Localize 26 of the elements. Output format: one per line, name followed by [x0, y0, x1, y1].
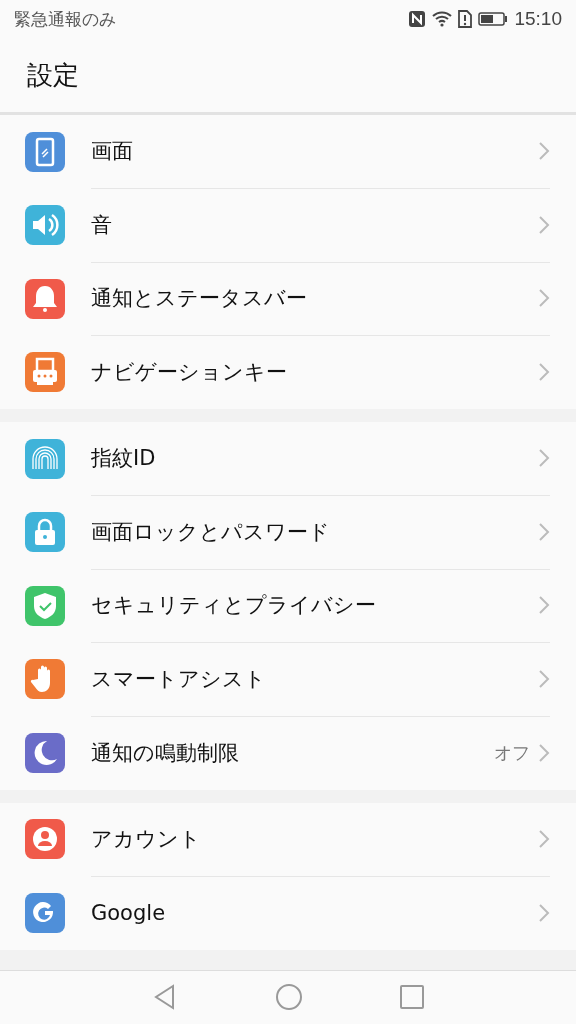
- setting-value: オフ: [494, 740, 530, 765]
- settings-label: 指紋ID: [91, 445, 157, 473]
- settings-label: ナビゲーションキー: [91, 359, 288, 387]
- clock-text: 15:10: [514, 8, 562, 30]
- settings-label: アカウント: [91, 825, 202, 853]
- settings-row[interactable]: 通知とステータスバー: [0, 262, 576, 336]
- settings-label: 音: [91, 211, 113, 239]
- settings-row[interactable]: スマートアシスト: [0, 642, 576, 716]
- carrier-text: 緊急通報のみ: [14, 7, 116, 31]
- settings-label: 通知の鳴動制限: [91, 739, 240, 767]
- settings-row[interactable]: 画面: [0, 115, 576, 189]
- settings-row[interactable]: ナビゲーションキー: [0, 335, 576, 409]
- settings-row[interactable]: Google: [0, 876, 576, 950]
- settings-row[interactable]: 音: [0, 188, 576, 262]
- settings-label: スマートアシスト: [91, 665, 267, 693]
- settings-row[interactable]: 画面ロックとパスワード: [0, 495, 576, 569]
- settings-label: 画面ロックとパスワード: [91, 518, 331, 546]
- settings-label: 通知とステータスバー: [91, 285, 308, 313]
- settings-row[interactable]: 通知の鳴動制限 オフ: [0, 716, 576, 790]
- page-title: 設定: [27, 58, 79, 92]
- settings-row[interactable]: 指紋ID: [0, 422, 576, 496]
- settings-label: 画面: [91, 138, 134, 166]
- settings-label: Google: [91, 900, 167, 925]
- settings-row[interactable]: アカウント: [0, 802, 576, 876]
- settings-row[interactable]: セキュリティとプライバシー: [0, 569, 576, 643]
- settings-label: セキュリティとプライバシー: [91, 592, 377, 620]
